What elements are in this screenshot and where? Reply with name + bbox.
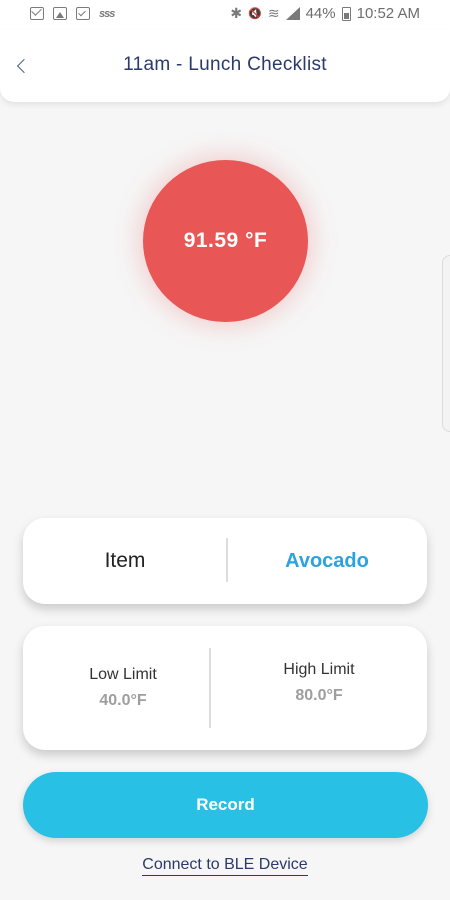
notification-icons: sss bbox=[30, 7, 115, 20]
battery-percent: 44% bbox=[305, 5, 336, 22]
page-title: 11am - Lunch Checklist bbox=[123, 54, 327, 75]
status-bar: sss ✱ 🔇 ≋ 44% 10:52 AM bbox=[0, 0, 450, 30]
connect-ble-link[interactable]: Connect to BLE Device bbox=[0, 856, 450, 876]
wifi-icon: ≋ bbox=[267, 5, 280, 21]
low-limit-value: 40.0°F bbox=[99, 692, 147, 709]
item-label: Item bbox=[104, 549, 146, 572]
sss-icon: sss bbox=[99, 7, 115, 20]
clock: 10:52 AM bbox=[356, 5, 420, 22]
mute-icon: 🔇 bbox=[248, 8, 262, 20]
temperature-value: 91.59 °F bbox=[183, 229, 268, 252]
signal-icon bbox=[285, 7, 300, 20]
high-limit-value: 80.0°F bbox=[295, 687, 343, 704]
high-limit-label: High Limit bbox=[283, 661, 355, 678]
bluetooth-icon: ✱ bbox=[230, 5, 243, 21]
item-value: Avocado bbox=[285, 549, 369, 572]
edge-panel-handle[interactable] bbox=[442, 255, 450, 432]
battery-icon bbox=[341, 6, 351, 21]
low-limit-label: Low Limit bbox=[89, 666, 157, 683]
mail-icon bbox=[30, 7, 44, 20]
limits-card: Low Limit 40.0°F High Limit 80.0°F bbox=[23, 626, 427, 750]
record-button[interactable]: Record bbox=[23, 772, 428, 838]
app-header: 11am - Lunch Checklist bbox=[0, 30, 450, 102]
temperature-indicator: 91.59 °F bbox=[143, 160, 308, 322]
system-status: ✱ 🔇 ≋ 44% 10:52 AM bbox=[230, 5, 420, 22]
item-card: Item Avocado bbox=[23, 518, 427, 604]
checklist-icon bbox=[76, 7, 90, 20]
high-limit: High Limit 80.0°F bbox=[211, 626, 427, 750]
connect-ble-label: Connect to BLE Device bbox=[142, 856, 308, 876]
photo-icon bbox=[53, 7, 67, 20]
low-limit: Low Limit 40.0°F bbox=[23, 626, 223, 750]
